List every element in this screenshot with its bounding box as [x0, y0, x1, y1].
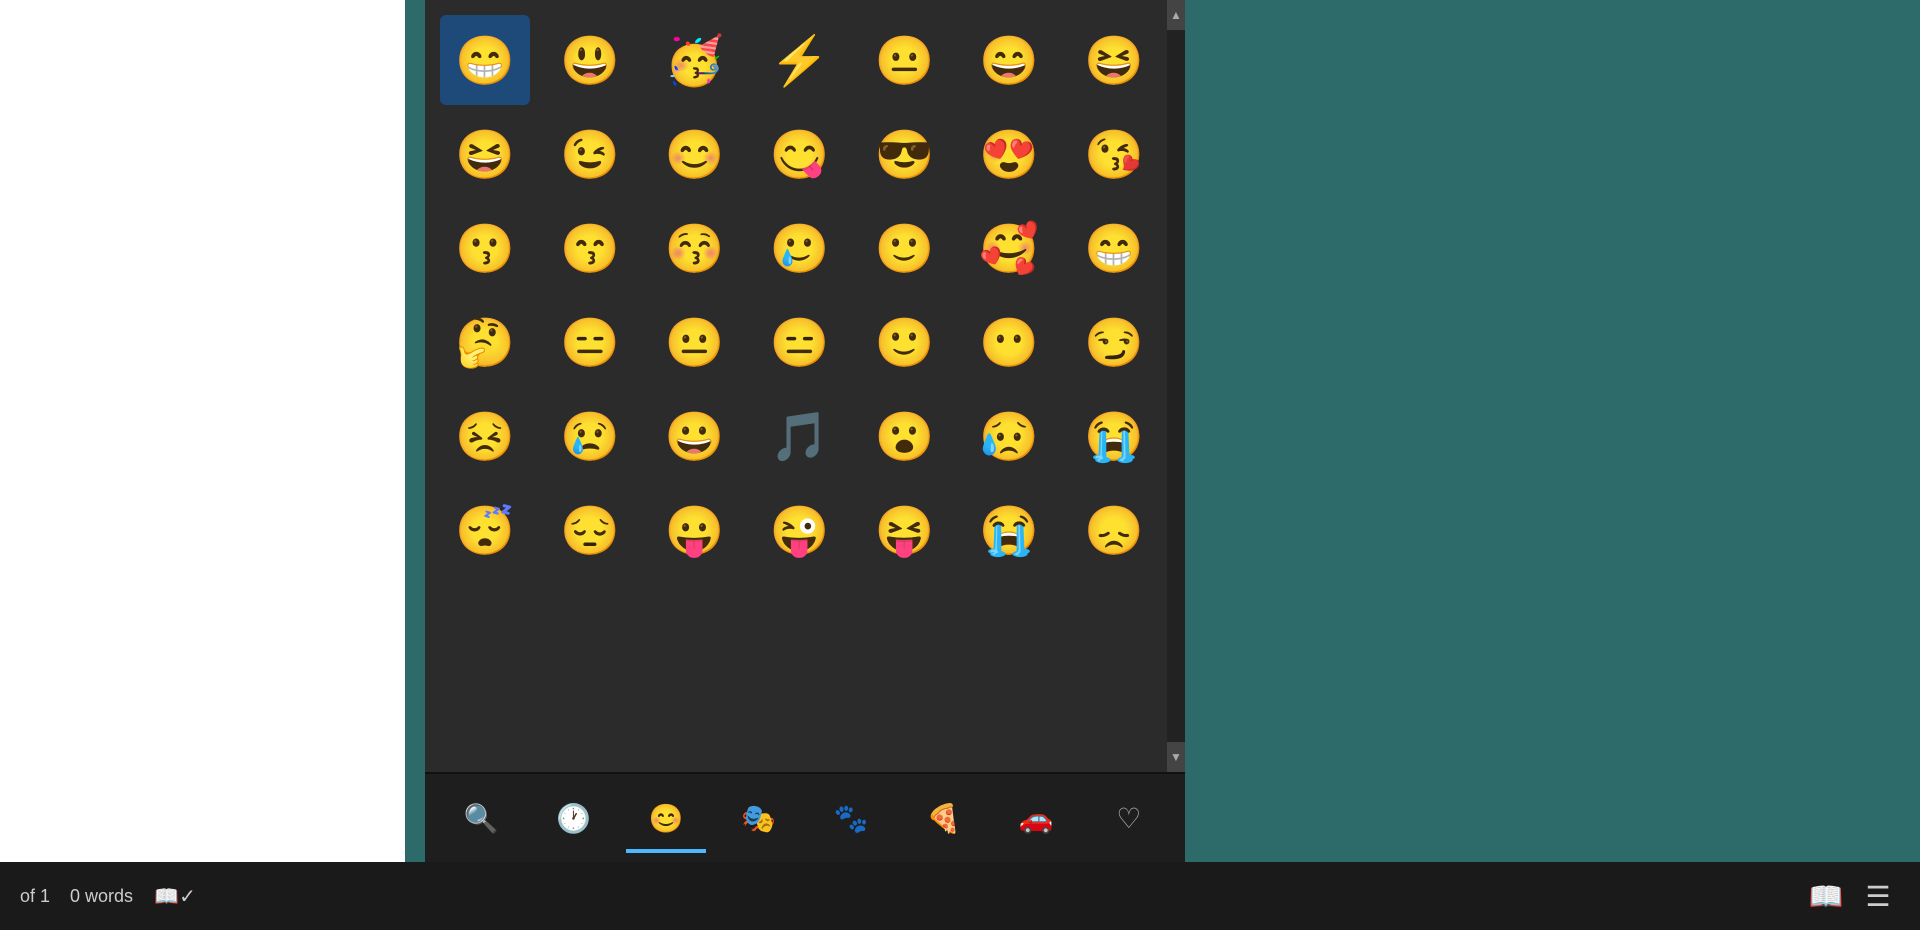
emoji-item[interactable]: 😚: [650, 203, 740, 293]
clock-icon: 🕐: [556, 802, 591, 835]
heart-icon: ♡: [1116, 802, 1141, 835]
emoji-item[interactable]: 😘: [1069, 109, 1159, 199]
emoji-tabs: 🔍 🕐 😊 🎭 🐾 🍕 🚗 ♡: [425, 772, 1185, 862]
emoji-item[interactable]: 😁: [1069, 203, 1159, 293]
emoji-item[interactable]: 😶: [964, 297, 1054, 387]
emoji-item[interactable]: 😴: [440, 485, 530, 575]
emoji-item[interactable]: 😆: [1069, 15, 1159, 105]
emoji-item[interactable]: 🎵: [755, 391, 845, 481]
scroll-down-button[interactable]: ▼: [1167, 742, 1185, 772]
animals-icon: 🐾: [834, 802, 869, 835]
page-info: of 1: [20, 886, 50, 907]
status-bar-right: 📖 ☰: [1804, 874, 1900, 918]
emoji-item[interactable]: 🥰: [964, 203, 1054, 293]
smiley-icon: 😊: [649, 802, 684, 835]
emoji-item[interactable]: 😐: [650, 297, 740, 387]
emoji-item[interactable]: 🙂: [859, 297, 949, 387]
emoji-item[interactable]: 😁: [440, 15, 530, 105]
emoji-item[interactable]: ⚡: [755, 15, 845, 105]
tab-food[interactable]: 🍕: [904, 783, 984, 853]
emoji-item[interactable]: 😜: [755, 485, 845, 575]
food-icon: 🍕: [926, 802, 961, 835]
emoji-item[interactable]: 😆: [440, 109, 530, 199]
tab-smiley[interactable]: 😊: [626, 783, 706, 853]
emoji-item[interactable]: 😐: [859, 15, 949, 105]
emoji-item[interactable]: 😍: [964, 109, 1054, 199]
emoji-item[interactable]: 😉: [545, 109, 635, 199]
status-bar-left: of 1 0 words 📖✓: [20, 874, 197, 918]
spell-check-icon[interactable]: 📖✓: [153, 874, 197, 918]
people-icon: 🎭: [741, 802, 776, 835]
emoji-item[interactable]: 🥲: [755, 203, 845, 293]
word-count: 0 words: [70, 886, 133, 907]
emoji-grid: 😁😃🥳⚡😐😄😆😆😉😊😋😎😍😘😗😙😚🥲🙂🥰😁🤔😑😐😑🙂😶😏😣😢😀🎵😮😥😭😴😔😛😜😝…: [435, 10, 1175, 580]
travel-icon: 🚗: [1019, 802, 1054, 835]
emoji-grid-area: 😁😃🥳⚡😐😄😆😆😉😊😋😎😍😘😗😙😚🥲🙂🥰😁🤔😑😐😑🙂😶😏😣😢😀🎵😮😥😭😴😔😛😜😝…: [425, 0, 1185, 772]
status-bar: of 1 0 words 📖✓ 📖 ☰: [0, 862, 1920, 930]
emoji-item[interactable]: 😃: [545, 15, 635, 105]
emoji-item[interactable]: 😊: [650, 109, 740, 199]
emoji-item[interactable]: 😭: [1069, 391, 1159, 481]
tab-recent[interactable]: 🕐: [534, 783, 614, 853]
emoji-item[interactable]: 😑: [545, 297, 635, 387]
emoji-item[interactable]: 😀: [650, 391, 740, 481]
tab-people[interactable]: 🎭: [719, 783, 799, 853]
emoji-item[interactable]: 😥: [964, 391, 1054, 481]
emoji-item[interactable]: 😎: [859, 109, 949, 199]
book-view-icon[interactable]: 📖: [1804, 874, 1848, 918]
emoji-item[interactable]: 😞: [1069, 485, 1159, 575]
emoji-item[interactable]: 😋: [755, 109, 845, 199]
emoji-panel: 😁😃🥳⚡😐😄😆😆😉😊😋😎😍😘😗😙😚🥲🙂🥰😁🤔😑😐😑🙂😶😏😣😢😀🎵😮😥😭😴😔😛😜😝…: [425, 0, 1185, 862]
emoji-item[interactable]: 😣: [440, 391, 530, 481]
tab-animals[interactable]: 🐾: [811, 783, 891, 853]
emoji-item[interactable]: 😝: [859, 485, 949, 575]
emoji-item[interactable]: 😭: [964, 485, 1054, 575]
tab-search[interactable]: 🔍: [441, 783, 521, 853]
emoji-item[interactable]: 😗: [440, 203, 530, 293]
emoji-item[interactable]: 😔: [545, 485, 635, 575]
emoji-item[interactable]: 😮: [859, 391, 949, 481]
emoji-item[interactable]: 😑: [755, 297, 845, 387]
search-icon: 🔍: [464, 802, 499, 835]
page-area: [0, 0, 405, 862]
emoji-item[interactable]: 😛: [650, 485, 740, 575]
emoji-item[interactable]: 🤔: [440, 297, 530, 387]
emoji-item[interactable]: 😢: [545, 391, 635, 481]
emoji-item[interactable]: 😄: [964, 15, 1054, 105]
scroll-up-button[interactable]: ▲: [1167, 0, 1185, 30]
emoji-item[interactable]: 🙂: [859, 203, 949, 293]
emoji-item[interactable]: 🥳: [650, 15, 740, 105]
tab-travel[interactable]: 🚗: [996, 783, 1076, 853]
emoji-item[interactable]: 😙: [545, 203, 635, 293]
list-view-icon[interactable]: ☰: [1856, 874, 1900, 918]
emoji-item[interactable]: 😏: [1069, 297, 1159, 387]
tab-symbols[interactable]: ♡: [1089, 783, 1169, 853]
scroll-track: ▲ ▼: [1167, 0, 1185, 772]
